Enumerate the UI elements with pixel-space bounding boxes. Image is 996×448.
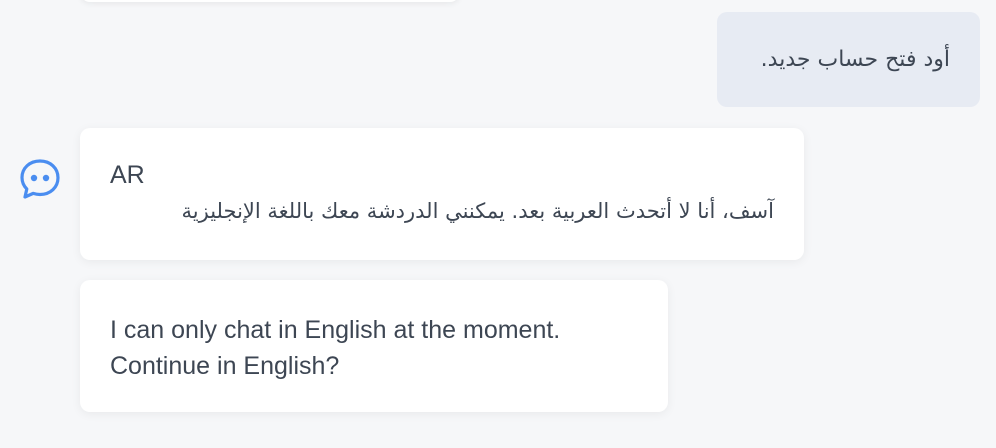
chat-bubble-dots-icon xyxy=(18,157,62,201)
bot-message-bubble-arabic: AR آسف، أنا لا أتحدث العربية بعد. يمكنني… xyxy=(80,128,804,260)
user-message-bubble: أود فتح حساب جديد. xyxy=(717,12,980,107)
bot-english-line-2: Continue in English? xyxy=(110,352,340,380)
bot-arabic-reply: آسف، أنا لا أتحدث العربية بعد. يمكنني ال… xyxy=(181,199,774,223)
user-message-text: أود فتح حساب جديد. xyxy=(760,47,950,72)
bot-english-line-1: I can only chat in English at the moment… xyxy=(110,316,561,344)
previous-message-bubble xyxy=(80,0,460,2)
bot-message-bubble-english: I can only chat in English at the moment… xyxy=(80,280,668,412)
language-tag: AR xyxy=(110,161,145,189)
